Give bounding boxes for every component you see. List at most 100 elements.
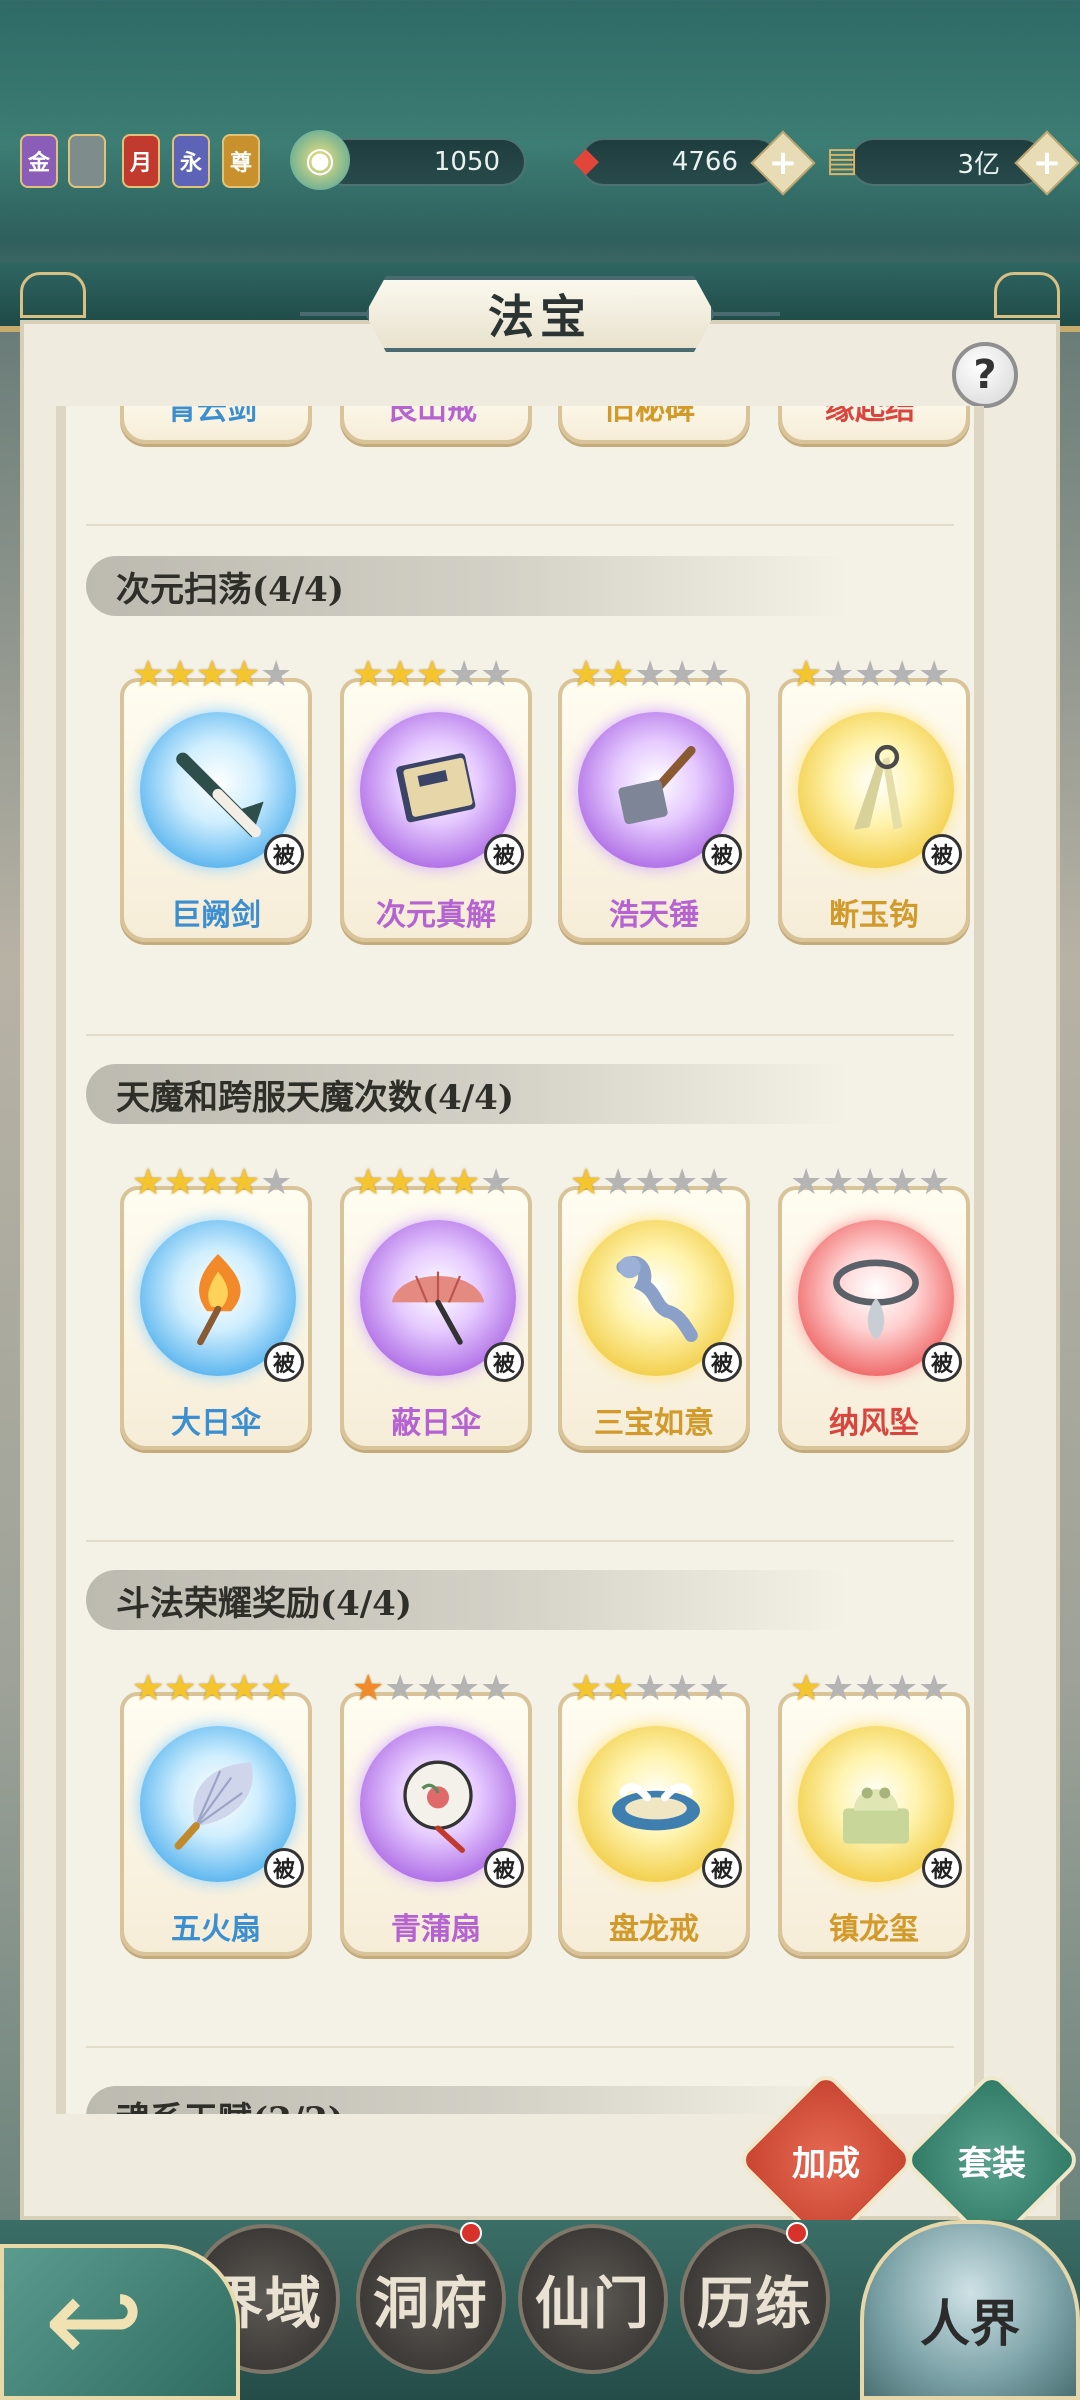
treasure-name: 大日伞 — [171, 1406, 261, 1441]
card-frame: 被 盘龙戒 — [558, 1692, 750, 1956]
card-frame: 被 巨阙剑 — [120, 678, 312, 942]
section-title: 天魔和跨服天魔次数(4/4) — [86, 1064, 846, 1124]
star-icon: ★ — [260, 1668, 293, 1709]
treasure-name: 镇龙玺 — [829, 1912, 919, 1947]
treasure-name: 盘龙戒 — [609, 1912, 699, 1947]
star-icon: ★ — [164, 1668, 197, 1709]
nav-cave-dwelling[interactable]: 洞府 — [356, 2224, 506, 2374]
star-icon: ★ — [352, 1668, 385, 1709]
passive-tag: 被 — [922, 834, 962, 874]
passive-tag: 被 — [702, 1342, 742, 1382]
treasure-card[interactable]: 被 三宝如意 ★ ★ ★ ★ ★ — [558, 1164, 750, 1454]
star-icon: ★ — [854, 654, 887, 695]
star-icon: ★ — [480, 1162, 513, 1203]
treasure-card[interactable]: 缘起结 — [778, 406, 970, 444]
vip-badge-month[interactable]: 月 — [122, 134, 160, 188]
treasure-card[interactable]: 被 断玉钩 ★ ★ ★ ★ ★ — [778, 656, 970, 946]
star-rating: ★ ★ ★ ★ ★ — [790, 656, 950, 694]
crystal-value: 4766 — [671, 147, 738, 177]
passive-tag: 被 — [922, 1848, 962, 1888]
star-icon: ★ — [822, 654, 855, 695]
star-rating: ★ ★ ★ ★ ★ — [570, 656, 730, 694]
star-icon: ★ — [666, 654, 699, 695]
notification-dot — [786, 2222, 808, 2244]
vip-badge-emblem[interactable] — [68, 134, 106, 188]
star-icon: ★ — [448, 654, 481, 695]
treasure-card[interactable]: 被 青蒲扇 ★ ★ ★ ★ ★ — [340, 1670, 532, 1960]
star-icon: ★ — [260, 654, 293, 695]
star-icon: ★ — [634, 1668, 667, 1709]
treasure-name: 旧秘碑 — [605, 406, 695, 427]
treasure-name: 巨阙剑 — [171, 898, 261, 933]
vip-badge-gold[interactable]: 金 — [20, 134, 58, 188]
treasure-name: 青蒲扇 — [391, 1912, 481, 1947]
star-icon: ★ — [698, 1162, 731, 1203]
back-arrow-icon: ↩ — [44, 2252, 145, 2391]
treasure-name: 五火扇 — [171, 1912, 261, 1947]
treasure-card[interactable]: 被 大日伞 ★ ★ ★ ★ ★ — [120, 1164, 312, 1454]
star-icon: ★ — [854, 1668, 887, 1709]
passive-tag: 被 — [484, 1848, 524, 1888]
page-title: 法宝 — [365, 276, 715, 352]
star-icon: ★ — [790, 654, 823, 695]
treasure-name: 纳风坠 — [829, 1406, 919, 1441]
star-icon: ★ — [196, 1162, 229, 1203]
vip-badge-honor[interactable]: 尊 — [222, 134, 260, 188]
star-icon: ★ — [384, 654, 417, 695]
star-icon: ★ — [854, 1162, 887, 1203]
star-icon: ★ — [602, 1162, 635, 1203]
treasure-card[interactable]: 被 次元真解 ★ ★ ★ ★ ★ — [340, 656, 532, 946]
treasure-card[interactable]: 青云剑 — [120, 406, 312, 444]
section-divider — [86, 524, 954, 526]
ring-icon — [612, 1783, 700, 1831]
treasure-name: 浩天锤 — [609, 898, 699, 933]
star-icon: ★ — [698, 654, 731, 695]
book-icon — [396, 753, 476, 823]
treasure-card[interactable]: 被 纳风坠 ★ ★ ★ ★ ★ — [778, 1164, 970, 1454]
boost-label: 加成 — [792, 2143, 860, 2184]
treasure-card[interactable]: 被 蔽日伞 ★ ★ ★ ★ ★ — [340, 1164, 532, 1454]
help-button[interactable]: ? — [952, 342, 1018, 408]
treasure-name: 次元真解 — [376, 898, 496, 933]
title-line-left — [300, 312, 370, 316]
star-rating: ★ ★ ★ ★ ★ — [570, 1164, 730, 1202]
umbrella-icon — [391, 1271, 485, 1345]
treasure-card[interactable]: 艮山戒 — [340, 406, 532, 444]
card-frame: 被 大日伞 — [120, 1186, 312, 1450]
resource-bar: 金 月 永 尊 1050 ◉ 4766 ◆ + 3亿 ▤ + — [0, 130, 1080, 196]
treasure-card[interactable]: 被 巨阙剑 ★ ★ ★ ★ ★ — [120, 656, 312, 946]
seal-icon — [843, 1787, 909, 1844]
treasure-list[interactable]: 青云剑 艮山戒 旧秘碑 缘起结 次元扫荡(4/4) 被 巨阙剑 ★ ★ ★ ★ … — [56, 406, 984, 2114]
treasure-card[interactable]: 被 镇龙玺 ★ ★ ★ ★ ★ — [778, 1670, 970, 1960]
treasure-card[interactable]: 被 盘龙戒 ★ ★ ★ ★ ★ — [558, 1670, 750, 1960]
card-frame: 被 纳风坠 — [778, 1186, 970, 1450]
spirit-stone-counter: 1050 — [320, 138, 526, 186]
star-icon: ★ — [822, 1162, 855, 1203]
scroll-icon: ▤ — [825, 140, 859, 180]
treasure-name: 蔽日伞 — [391, 1406, 481, 1441]
star-icon: ★ — [602, 654, 635, 695]
feather-fan-icon — [174, 1762, 253, 1850]
treasure-card[interactable]: 被 五火扇 ★ ★ ★ ★ ★ — [120, 1670, 312, 1960]
treasure-name: 断玉钩 — [829, 898, 919, 933]
section-divider — [86, 1540, 954, 1542]
treasure-card[interactable]: 被 浩天锤 ★ ★ ★ ★ ★ — [558, 656, 750, 946]
vip-badge-forever[interactable]: 永 — [172, 134, 210, 188]
treasure-card[interactable]: 旧秘碑 — [558, 406, 750, 444]
star-icon: ★ — [228, 1668, 261, 1709]
passive-tag: 被 — [484, 834, 524, 874]
star-icon: ★ — [570, 1162, 603, 1203]
star-icon: ★ — [480, 654, 513, 695]
nav-immortal-sect[interactable]: 仙门 — [518, 2224, 668, 2374]
passive-tag: 被 — [922, 1342, 962, 1382]
star-icon: ★ — [570, 654, 603, 695]
back-button[interactable]: ↩ — [0, 2244, 240, 2400]
card-frame: 被 蔽日伞 — [340, 1186, 532, 1450]
section-divider — [86, 2046, 954, 2048]
nav-training[interactable]: 历练 — [680, 2224, 830, 2374]
star-icon: ★ — [698, 1668, 731, 1709]
hook-icon — [854, 744, 903, 830]
round-fan-icon — [403, 1760, 473, 1853]
card-frame: 被 青蒲扇 — [340, 1692, 532, 1956]
human-realm-button[interactable]: 人界 — [860, 2220, 1080, 2400]
